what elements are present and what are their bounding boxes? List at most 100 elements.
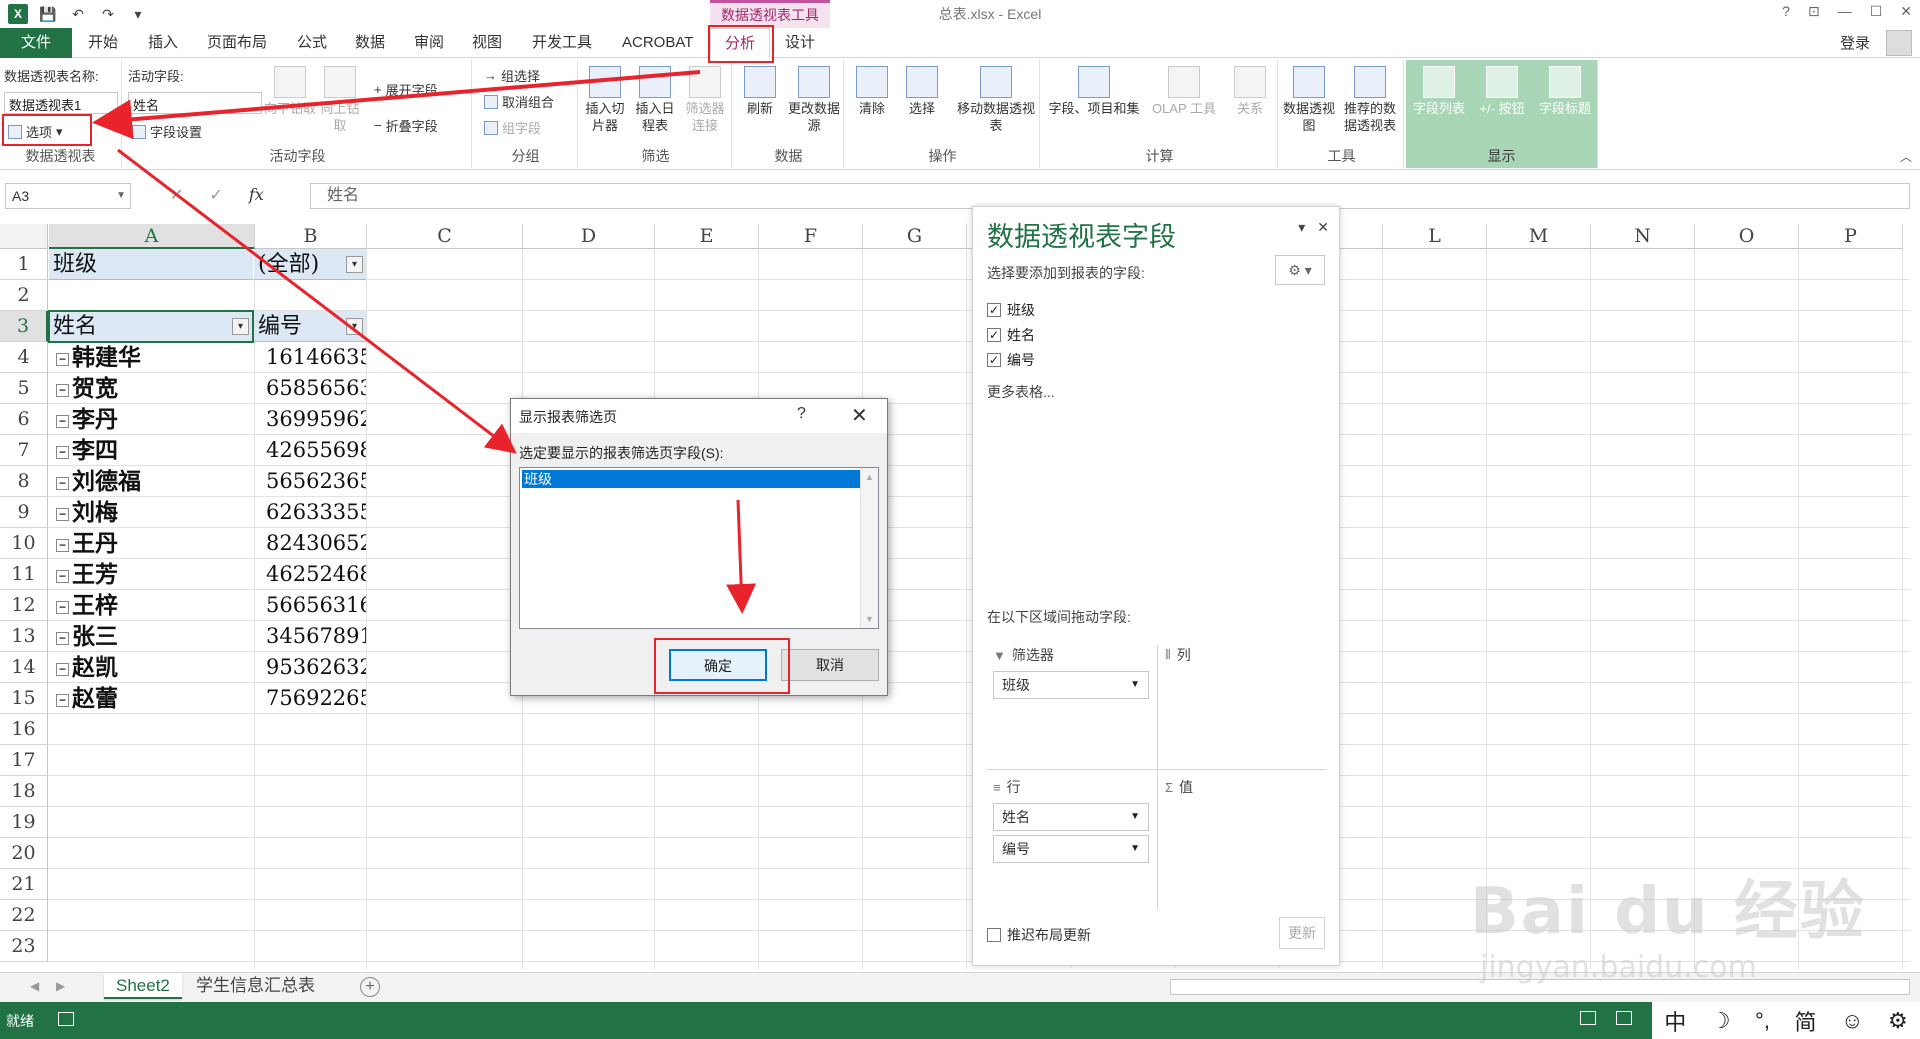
ungroup-button[interactable]: 取消组合 xyxy=(484,92,554,111)
id-cell[interactable]: 82430652 xyxy=(254,528,366,559)
id-cell[interactable]: 46252468 xyxy=(254,559,366,590)
column-header-a[interactable]: A xyxy=(49,224,255,249)
column-header-f[interactable]: F xyxy=(759,224,863,249)
redo-icon[interactable]: ↷ xyxy=(98,4,118,24)
row-header-23[interactable]: 23 xyxy=(0,931,48,962)
collapse-toggle-icon[interactable]: − xyxy=(56,414,69,428)
confirm-entry-icon[interactable]: ✓ xyxy=(209,185,222,205)
drill-down-button[interactable]: 向下钻取 xyxy=(264,66,316,117)
checkbox-checked-icon[interactable]: ✓ xyxy=(987,302,1001,317)
row-header-14[interactable]: 14 xyxy=(0,652,48,683)
undo-icon[interactable]: ↶ xyxy=(68,4,88,24)
id-cell[interactable]: 34567891 xyxy=(254,621,366,652)
collapse-toggle-icon[interactable]: − xyxy=(56,538,69,552)
id-cell[interactable]: 62633355 xyxy=(254,497,366,528)
column-header-g[interactable]: G xyxy=(863,224,967,249)
tab-review[interactable]: 审阅 xyxy=(414,28,444,58)
collapse-toggle-icon[interactable]: − xyxy=(56,352,69,366)
name-cell[interactable]: − 张三 xyxy=(56,621,252,652)
tab-developer[interactable]: 开发工具 xyxy=(532,28,592,58)
row-header-10[interactable]: 10 xyxy=(0,528,48,559)
name-box[interactable]: A3 ▼ xyxy=(5,183,131,209)
row-header-2[interactable]: 2 xyxy=(0,280,48,311)
save-icon[interactable]: 💾 xyxy=(38,4,58,24)
row-header-1[interactable]: 1 xyxy=(0,249,48,280)
collapse-ribbon-icon[interactable]: ︿ xyxy=(1900,148,1912,165)
collapse-toggle-icon[interactable]: − xyxy=(56,600,69,614)
column-header-n[interactable]: N xyxy=(1591,224,1695,249)
checkbox-checked-icon[interactable]: ✓ xyxy=(987,352,1001,367)
close-icon[interactable]: ✕ xyxy=(851,403,868,428)
column-header-m[interactable]: M xyxy=(1487,224,1591,249)
filter-field-listbox[interactable]: 班级 ▲ ▼ xyxy=(519,467,879,629)
tab-home[interactable]: 开始 xyxy=(88,28,118,58)
cancel-entry-icon[interactable]: ✕ xyxy=(170,185,183,205)
prev-sheet-icon[interactable]: ◀ xyxy=(30,979,39,993)
name-cell[interactable]: − 刘德福 xyxy=(56,466,252,497)
tab-formulas[interactable]: 公式 xyxy=(297,28,327,58)
name-cell[interactable]: − 赵蕾 xyxy=(56,683,252,714)
insert-slicer-button[interactable]: 插入切片器 xyxy=(582,66,628,134)
active-field-input[interactable]: 姓名 xyxy=(128,92,262,114)
row-header-13[interactable]: 13 xyxy=(0,621,48,652)
chevron-down-icon[interactable]: ▼ xyxy=(1130,672,1140,698)
tab-insert[interactable]: 插入 xyxy=(148,28,178,58)
checkbox-checked-icon[interactable]: ✓ xyxy=(987,327,1001,342)
collapse-toggle-icon[interactable]: − xyxy=(56,631,69,645)
id-cell[interactable]: 65856563 xyxy=(254,373,366,404)
name-cell[interactable]: − 贺宽 xyxy=(56,373,252,404)
filters-area[interactable]: ▼ 筛选器 班级 ▼ xyxy=(987,643,1155,767)
recommended-pivot-button[interactable]: 推荐的数据透视表 xyxy=(1338,66,1402,134)
id-cell[interactable]: 36995962 xyxy=(254,404,366,435)
id-cell[interactable]: 56656316 xyxy=(254,590,366,621)
collapse-toggle-icon[interactable]: − xyxy=(56,662,69,676)
close-icon[interactable]: ✕ xyxy=(1900,3,1912,20)
name-cell[interactable]: − 王梓 xyxy=(56,590,252,621)
row-header-18[interactable]: 18 xyxy=(0,776,48,807)
tab-acrobat[interactable]: ACROBAT xyxy=(622,28,693,58)
row-header-21[interactable]: 21 xyxy=(0,869,48,900)
defer-update-checkbox[interactable]: 推迟布局更新 xyxy=(987,925,1091,945)
column-header-l[interactable]: L xyxy=(1383,224,1487,249)
row-header-12[interactable]: 12 xyxy=(0,590,48,621)
column-header-p[interactable]: P xyxy=(1799,224,1903,249)
insert-function-icon[interactable]: fx xyxy=(249,185,264,205)
rows-area[interactable]: ≡ 行 姓名 ▼ 编号 ▼ xyxy=(987,775,1155,899)
row-header-3[interactable]: 3 xyxy=(0,311,48,342)
select-all-corner[interactable] xyxy=(0,224,48,249)
row-header-19[interactable]: 19 xyxy=(0,807,48,838)
listbox-scrollbar[interactable]: ▲ ▼ xyxy=(860,468,878,628)
scroll-down-icon[interactable]: ▼ xyxy=(865,614,874,624)
insert-timeline-button[interactable]: 插入日程表 xyxy=(632,66,678,134)
id-cell[interactable]: 56562365 xyxy=(254,466,366,497)
row-header-22[interactable]: 22 xyxy=(0,900,48,931)
help-icon[interactable]: ? xyxy=(797,405,806,423)
checkbox-unchecked-icon[interactable] xyxy=(987,928,1001,942)
minimize-icon[interactable]: — xyxy=(1838,3,1852,20)
collapse-toggle-icon[interactable]: − xyxy=(56,476,69,490)
id-cell[interactable]: 95362632 xyxy=(254,652,366,683)
group-field-button[interactable]: 组字段 xyxy=(484,118,541,137)
change-source-button[interactable]: 更改数据源 xyxy=(788,66,840,134)
row-header-8[interactable]: 8 xyxy=(0,466,48,497)
gear-icon[interactable]: ⚙ ▾ xyxy=(1275,255,1325,285)
update-button[interactable]: 更新 xyxy=(1279,917,1325,949)
ribbon-display-icon[interactable]: ⊡ xyxy=(1808,3,1820,20)
id-cell[interactable]: 75692265 xyxy=(254,683,366,714)
chevron-down-icon[interactable]: ▼ xyxy=(1130,804,1140,830)
column-header-o[interactable]: O xyxy=(1695,224,1799,249)
row-header-9[interactable]: 9 xyxy=(0,497,48,528)
row-header-5[interactable]: 5 xyxy=(0,373,48,404)
collapse-toggle-icon[interactable]: − xyxy=(56,445,69,459)
avatar[interactable] xyxy=(1886,30,1912,56)
collapse-toggle-icon[interactable]: − xyxy=(56,507,69,521)
field-item-name[interactable]: ✓ 姓名 xyxy=(987,322,1327,347)
row-header-15[interactable]: 15 xyxy=(0,683,48,714)
field-item-id[interactable]: ✓ 编号 xyxy=(987,347,1327,372)
id-cell[interactable]: 42655698 xyxy=(254,435,366,466)
id-cell[interactable]: 16146635 xyxy=(254,342,366,373)
name-cell[interactable]: − 韩建华 xyxy=(56,342,252,373)
column-header-d[interactable]: D xyxy=(523,224,655,249)
more-tables-link[interactable]: 更多表格... xyxy=(987,382,1327,402)
sign-in-link[interactable]: 登录 xyxy=(1840,32,1870,53)
